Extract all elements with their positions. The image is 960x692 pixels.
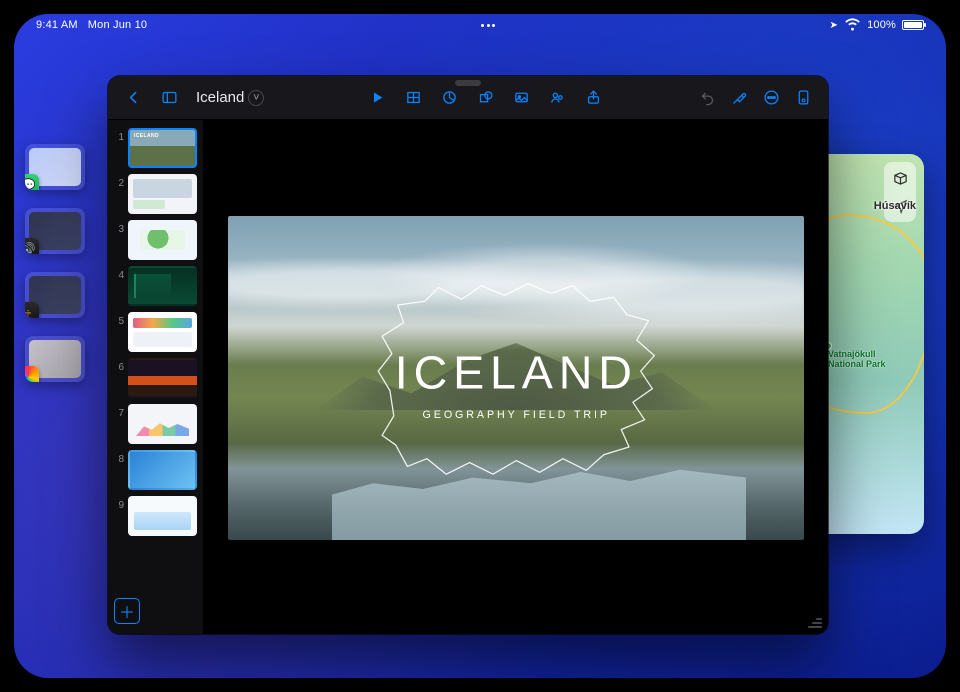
slide-thumb-9[interactable]: 9	[114, 496, 197, 536]
stage-app-calculator[interactable]: ÷	[25, 272, 85, 318]
slide-thumb-8[interactable]: 8	[114, 450, 197, 490]
window-grab-pill[interactable]	[455, 80, 481, 86]
slide-thumb-6[interactable]: 6	[114, 358, 197, 398]
share-button[interactable]	[578, 83, 608, 113]
wifi-icon	[844, 15, 861, 35]
document-title[interactable]: Iceland ˅	[190, 89, 270, 106]
slide-thumb-5[interactable]: 5	[114, 312, 197, 352]
slide-thumb-4[interactable]: 4	[114, 266, 197, 306]
slide-subtitle: GEOGRAPHY FIELD TRIP	[422, 409, 609, 421]
messages-icon: 💬	[25, 174, 39, 190]
maps-3d-button[interactable]	[888, 166, 912, 190]
insert-chart-button[interactable]	[434, 83, 464, 113]
location-icon: ➤	[829, 20, 838, 31]
status-date: Mon Jun 10	[88, 19, 147, 31]
map-city-label: Húsavík	[874, 200, 916, 212]
slide-thumb-7[interactable]: 7	[114, 404, 197, 444]
stage-app-messages[interactable]: 💬	[25, 144, 85, 190]
slide-thumb-3[interactable]: 3	[114, 220, 197, 260]
ipad-device-frame: 9:41 AM Mon Jun 10 ➤ 100% 💬	[0, 0, 960, 692]
status-bar: 9:41 AM Mon Jun 10 ➤ 100%	[14, 14, 946, 36]
slide-thumb-1[interactable]: 1 ICELAND	[114, 128, 197, 168]
play-button[interactable]	[362, 83, 392, 113]
insert-media-button[interactable]	[506, 83, 536, 113]
more-button[interactable]	[756, 83, 786, 113]
document-options-button[interactable]	[788, 83, 818, 113]
multitask-dots[interactable]	[481, 24, 495, 27]
iceland-outline: ICELAND GEOGRAPHY FIELD TRIP	[355, 274, 678, 488]
battery-percent: 100%	[867, 19, 896, 31]
slide-content[interactable]: ICELAND GEOGRAPHY FIELD TRIP	[228, 216, 804, 540]
undo-button[interactable]	[692, 83, 722, 113]
slide-title: ICELAND	[395, 347, 638, 399]
back-button[interactable]	[118, 83, 148, 113]
ipad-screen: 9:41 AM Mon Jun 10 ➤ 100% 💬	[14, 14, 946, 678]
stage-app-translate[interactable]: 🔊	[25, 208, 85, 254]
add-slide-button[interactable]: ＋	[114, 598, 140, 624]
status-time: 9:41 AM	[36, 19, 78, 31]
title-chevron-icon: ˅	[248, 90, 264, 106]
keynote-window: Iceland ˅	[108, 76, 828, 634]
format-button[interactable]	[724, 83, 754, 113]
collaborate-button[interactable]	[542, 83, 572, 113]
calculator-icon: ÷	[25, 302, 39, 318]
slide-list[interactable]: 1 ICELAND 2 3 4 5	[108, 128, 203, 592]
insert-table-button[interactable]	[398, 83, 428, 113]
map-park-label: Vatnajökull National Park	[828, 350, 908, 370]
stage-manager-strip: 💬 🔊 ÷	[20, 144, 90, 382]
document-title-text: Iceland	[196, 89, 244, 106]
sidebar-toggle-button[interactable]	[154, 83, 184, 113]
battery-icon	[902, 20, 924, 30]
keynote-body: 1 ICELAND 2 3 4 5	[108, 120, 828, 634]
translate-icon: 🔊	[25, 238, 39, 254]
slide-canvas[interactable]: ICELAND GEOGRAPHY FIELD TRIP	[204, 120, 828, 634]
slide-navigator: 1 ICELAND 2 3 4 5	[108, 120, 204, 634]
maps-controls	[884, 162, 916, 222]
insert-shape-button[interactable]	[470, 83, 500, 113]
stage-app-photos[interactable]	[25, 336, 85, 382]
window-resize-handle[interactable]	[806, 612, 822, 628]
slide-thumb-2[interactable]: 2	[114, 174, 197, 214]
photos-icon	[25, 366, 39, 382]
